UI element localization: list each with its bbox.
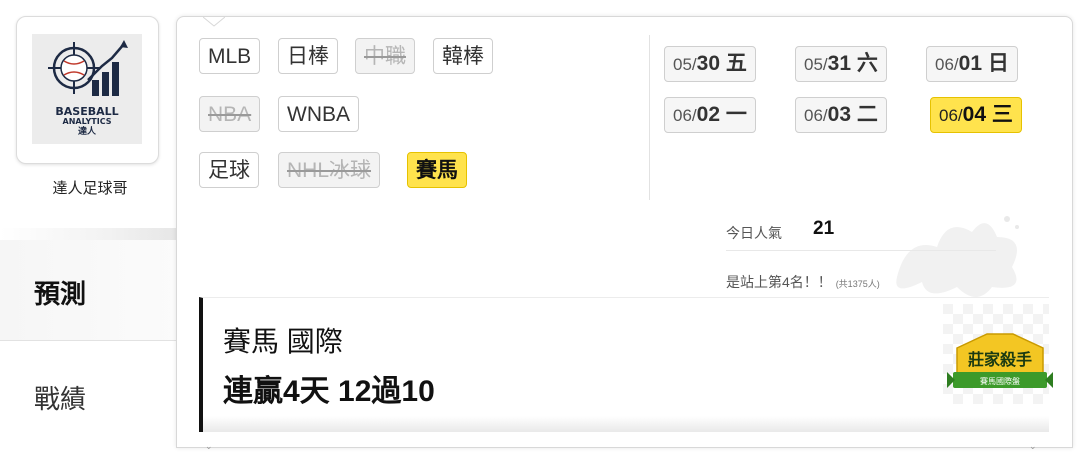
rank-total: (共1375人) [835, 279, 880, 289]
date-day: 02 一 [696, 103, 747, 126]
decorative-splash-icon [896, 216, 1019, 297]
user-name[interactable]: 達人足球哥 [0, 177, 180, 198]
rank-label: 是站上第4名！！ [726, 274, 832, 290]
main-panel: MLB 日棒 中職 韓棒 NBA WNBA 足球 NHL冰球 賽馬 05/30 … [176, 16, 1073, 451]
logo-line-3: 達人 [77, 127, 96, 137]
prediction-result-card[interactable]: 賽馬 國際 連贏4天 12過10 莊家殺手 賽馬國際盤 [199, 297, 1053, 432]
baseball-analytics-logo: BASEBALL ANALYTICS 達人 [32, 34, 142, 144]
date-month: 06/ [939, 106, 963, 125]
popularity-divider [726, 250, 996, 251]
badge-subtitle: 賽馬國際盤 [980, 376, 1020, 386]
date-button-0604[interactable]: 06/04 三 [930, 97, 1022, 133]
date-button-0530[interactable]: 05/30 五 [664, 46, 756, 82]
date-button-0602[interactable]: 06/02 一 [664, 97, 756, 133]
league-button-soccer[interactable]: 足球 [199, 152, 259, 188]
league-button-cpbl: 中職 [355, 38, 415, 74]
result-streak: 連贏4天 12過10 [223, 375, 435, 408]
date-button-0531[interactable]: 05/31 六 [795, 46, 887, 82]
corner-marker-right: ⌄ [1029, 441, 1037, 451]
date-day: 03 二 [827, 103, 878, 126]
result-card-footer [203, 416, 1049, 432]
date-day: 04 三 [962, 103, 1013, 126]
badge-title: 莊家殺手 [968, 350, 1032, 369]
popularity-value: 21 [813, 218, 835, 239]
date-button-0603[interactable]: 06/03 二 [795, 97, 887, 133]
league-button-mlb[interactable]: MLB [199, 38, 261, 74]
league-button-horse-racing[interactable]: 賽馬 [407, 152, 467, 188]
league-button-kbo[interactable]: 韓棒 [433, 38, 493, 74]
date-button-0601[interactable]: 06/01 日 [926, 46, 1018, 82]
date-day: 30 五 [696, 52, 747, 75]
profile-avatar-card[interactable]: BASEBALL ANALYTICS 達人 [16, 16, 159, 164]
tab-predictions[interactable]: 預測 [0, 240, 180, 344]
logo-line-2: ANALYTICS [62, 117, 112, 126]
banker-killer-badge-icon: 莊家殺手 賽馬國際盤 [947, 333, 1053, 388]
league-button-nhl: NHL冰球 [278, 152, 381, 188]
panel-notch [203, 17, 225, 27]
date-month: 06/ [673, 106, 697, 125]
popularity-label: 今日人氣 [726, 225, 782, 241]
date-day: 31 六 [827, 52, 878, 75]
corner-marker-left: ⌄ [205, 441, 213, 451]
date-month: 06/ [935, 55, 959, 74]
tab-record-label: 戰績 [34, 384, 87, 414]
date-day: 01 日 [958, 52, 1009, 75]
date-month: 05/ [804, 55, 828, 74]
result-category: 賽馬 國際 [223, 326, 343, 357]
sidebar: BASEBALL ANALYTICS 達人 達人足球哥 預測 戰績 [0, 0, 180, 445]
tab-record[interactable]: 戰績 [0, 340, 180, 445]
league-button-npb[interactable]: 日棒 [278, 38, 338, 74]
date-month: 06/ [804, 106, 828, 125]
tab-predictions-label: 預測 [34, 279, 87, 309]
rank-text: 是站上第4名！！ (共1375人) [726, 272, 880, 292]
filter-divider [649, 35, 650, 200]
logo-line-1: BASEBALL [55, 105, 119, 118]
league-button-nba: NBA [199, 96, 261, 132]
date-month: 05/ [673, 55, 697, 74]
league-button-wnba[interactable]: WNBA [278, 96, 359, 132]
